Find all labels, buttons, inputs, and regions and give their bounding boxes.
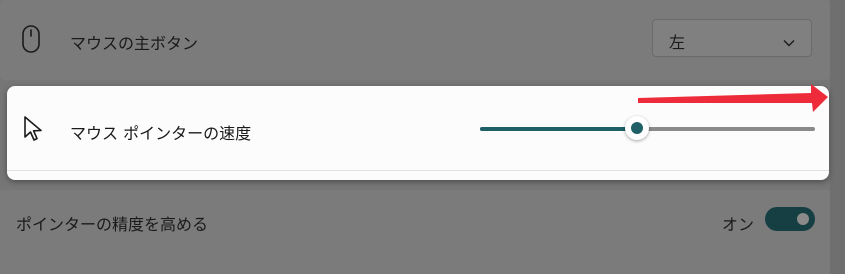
primary-button-selected-value: 左: [669, 33, 686, 52]
mouse-primary-button-row: マウスの主ボタン 左: [0, 0, 830, 80]
red-arrow-right-icon: [635, 82, 831, 120]
toggle-knob: [797, 213, 809, 225]
primary-button-dropdown[interactable]: 左: [652, 19, 812, 57]
slider-fill: [480, 127, 638, 131]
toggle-state-label: オン: [722, 215, 755, 234]
chevron-down-icon: [783, 32, 795, 51]
primary-button-label: マウスの主ボタン: [70, 34, 199, 53]
pointer-precision-label: ポインターの精度を高める: [16, 215, 209, 234]
pointer-precision-toggle[interactable]: [765, 207, 815, 231]
row-divider: [7, 170, 829, 171]
mouse-icon: [21, 24, 41, 58]
scroll-gutter: [830, 0, 845, 274]
pointer-cursor-icon: [23, 115, 45, 147]
pointer-speed-label: マウス ポインターの速度: [70, 124, 252, 143]
pointer-precision-row: ポインターの精度を高める オン: [0, 190, 830, 274]
